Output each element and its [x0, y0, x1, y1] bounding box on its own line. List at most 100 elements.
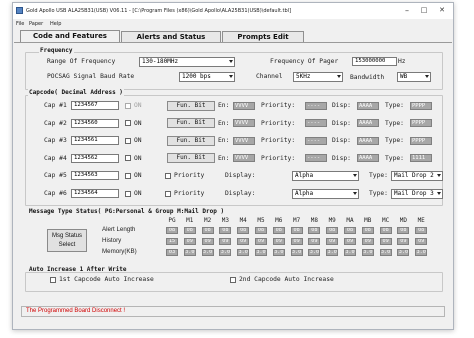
message-cell: 09	[237, 238, 250, 245]
msg-status-select-button[interactable]: Msg Status Select	[47, 229, 87, 252]
tab-alerts-and-status[interactable]: Alerts and Status	[121, 31, 221, 42]
tab-prompts-edit[interactable]: Prompts Edit	[222, 31, 304, 42]
pager-frequency-input[interactable]: 153000000	[352, 57, 397, 66]
column-header-m3: M3	[221, 217, 229, 224]
menu-help[interactable]: Help	[50, 21, 61, 27]
message-cell: 09	[344, 238, 356, 245]
minimize-icon[interactable]: –	[401, 5, 413, 16]
message-cell: 08	[255, 227, 267, 234]
cap-4-input[interactable]: 1234562	[71, 153, 119, 163]
cap-6-priority-check-label: Priority	[174, 190, 205, 197]
message-cell: 08	[272, 227, 285, 234]
cap-5-on-label: ON	[134, 172, 142, 180]
cap-2-priority-label: Priority:	[261, 119, 296, 127]
cap-4-en-label: En:	[218, 154, 230, 162]
cap-5-priority-check-label: Priority	[174, 172, 205, 180]
chevron-down-icon	[353, 192, 357, 195]
menu-file[interactable]: File	[16, 21, 24, 27]
cap-3-fun-bit-button[interactable]: Fun. Bit	[167, 135, 215, 146]
cap-2-en-field: VVVV	[233, 119, 255, 128]
cap-1-en-field: VVVV	[233, 101, 255, 110]
bandwidth-select[interactable]: WB	[397, 72, 431, 82]
message-cell: 3.0	[379, 249, 392, 256]
message-cell: 09	[379, 238, 392, 245]
pager-frequency-label: Frequency Of Pager	[270, 58, 339, 65]
message-cell: 08	[290, 227, 303, 234]
column-header-mc: MC	[381, 217, 390, 224]
bandwidth-label: Bandwidth	[350, 74, 385, 81]
cap-3-input[interactable]: 1234561	[71, 136, 119, 146]
cap-4-on-checkbox[interactable]	[125, 155, 131, 162]
second-capcode-auto-increase-checkbox[interactable]	[230, 277, 236, 283]
chevron-down-icon	[337, 75, 341, 78]
cap-1-on-checkbox[interactable]	[125, 102, 131, 109]
cap-2-input[interactable]: 1234560	[71, 118, 119, 128]
cap-2-on-checkbox[interactable]	[125, 120, 131, 127]
menu-paper[interactable]: Paper	[29, 21, 43, 27]
channel-select[interactable]: 5KHz	[293, 72, 343, 82]
message-cell: 09	[201, 238, 214, 245]
cap-3-priority-field: ----	[305, 136, 327, 145]
baud-rate-select[interactable]: 1200 bps	[179, 72, 235, 82]
cap-4-disp-field: AAAA	[357, 154, 379, 163]
cap-6-on-label: ON	[134, 190, 142, 197]
column-header-m2: M2	[203, 217, 212, 224]
chevron-down-icon	[229, 60, 233, 63]
column-header-m4: M4	[239, 217, 247, 224]
message-cell: 03	[166, 249, 178, 256]
cap-3-type-field: PPPP	[410, 136, 432, 145]
cap-2-on-label: ON	[134, 119, 142, 127]
cap-2-disp-field: AAAA	[357, 119, 379, 128]
cap-5-display-select[interactable]: Alpha	[292, 171, 359, 182]
message-row-label: History	[102, 237, 122, 244]
status-bar: The Programmed Board Disconnect !	[21, 306, 445, 317]
cap-6-input[interactable]: 1234564	[71, 189, 119, 198]
message-cell: 08	[415, 227, 428, 234]
cap-6-priority-checkbox[interactable]	[165, 190, 171, 197]
cap-3-on-checkbox[interactable]	[125, 137, 131, 144]
chevron-down-icon	[437, 192, 441, 195]
cap-4-type-field: 1111	[410, 154, 432, 163]
cap-2-priority-field: ----	[305, 119, 327, 128]
message-cell: 08	[379, 227, 392, 234]
close-icon[interactable]: ✕	[436, 5, 448, 16]
cap-3-disp-label: Disp:	[332, 137, 351, 145]
capcode-title: Capcode( Decimal Address )	[28, 89, 124, 96]
cap-1-input[interactable]: 1234567	[71, 101, 119, 110]
cap-3-priority-label: Priority:	[261, 137, 296, 145]
first-capcode-auto-increase-checkbox[interactable]	[50, 277, 56, 283]
cap-6-on-checkbox[interactable]	[125, 190, 131, 197]
cap-5-label: Cap #5	[44, 172, 67, 180]
cap-1-type-label: Type:	[385, 102, 404, 109]
cap-6-display-select[interactable]: Alpha	[292, 189, 359, 199]
cap-6-type-label: Type:	[369, 190, 388, 197]
cap-4-fun-bit-button[interactable]: Fun. Bit	[167, 153, 215, 164]
range-select[interactable]: 130-180MHz	[139, 57, 235, 67]
cap-2-fun-bit-button[interactable]: Fun. Bit	[167, 118, 215, 129]
cap-5-type-select[interactable]: Mail Drop 2	[391, 171, 443, 182]
cap-6-type-select[interactable]: Mail Drop 3	[391, 189, 443, 199]
cap-1-fun-bit-button[interactable]: Fun. Bit	[167, 100, 215, 111]
message-cell: 08	[397, 227, 410, 234]
message-cell: 3.0	[361, 249, 374, 256]
message-cell: 08	[326, 227, 339, 234]
pager-frequency-unit: Hz	[398, 58, 406, 65]
cap-4-priority-label: Priority:	[261, 154, 296, 162]
cap-5-type-label: Type:	[369, 172, 388, 180]
cap-4-label: Cap #4	[44, 154, 67, 162]
cap-5-priority-checkbox[interactable]	[165, 172, 171, 179]
message-cell: 08	[237, 227, 250, 234]
message-cell: 3.0	[255, 249, 267, 256]
maximize-icon[interactable]: □	[418, 5, 430, 16]
message-cell: 09	[272, 238, 285, 245]
column-header-ma: MA	[346, 217, 354, 224]
message-cell: 3.0	[290, 249, 303, 256]
message-cell: 3.0	[237, 249, 250, 256]
cap-5-on-checkbox[interactable]	[125, 172, 131, 179]
cap-5-input[interactable]: 1234563	[71, 171, 119, 181]
message-cell: 3.0	[308, 249, 321, 256]
cap-1-disp-label: Disp:	[332, 102, 351, 109]
message-cell: 3.0	[415, 249, 428, 256]
cap-2-disp-label: Disp:	[332, 119, 351, 127]
code-features-panel: Frequency Range Of Frequency 130-180MHz …	[14, 42, 452, 319]
